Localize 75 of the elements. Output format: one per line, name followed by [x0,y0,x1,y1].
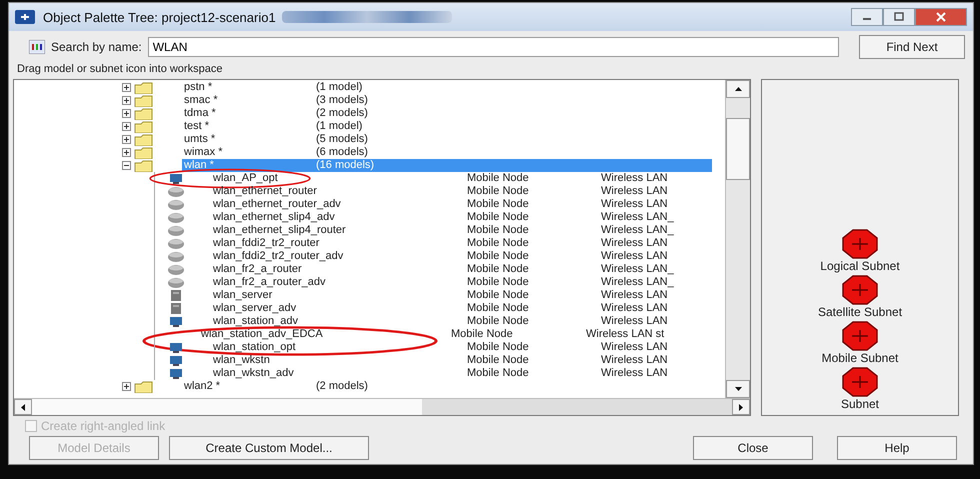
tree-item[interactable]: test * (1 model) [182,120,366,133]
model-item[interactable]: wlan_fr2_a_router Mobile Node Wireless LAN_ [213,263,713,276]
instruction-text: Drag model or subnet icon into workspace [16,62,224,77]
router-icon [167,264,185,275]
subnet-label: Subnet [840,397,880,411]
computer-icon [167,342,185,353]
router-icon [167,212,185,223]
maximize-button[interactable] [883,8,915,26]
model-item[interactable]: wlan_station_adv_EDCA Mobile Node Wireless LAN st [201,328,713,341]
tree-item[interactable]: smac * (3 models) [182,94,372,107]
router-icon [167,199,185,210]
model-item[interactable]: wlan_fddi2_tr2_router Mobile Node Wireless LAN [213,237,713,250]
checkbox-label: Create right-angled link [41,419,166,433]
expander-icon[interactable] [122,135,131,144]
up-arrow-icon[interactable] [734,87,742,91]
expander-icon[interactable] [122,382,131,391]
search-label: Search by name: [51,40,142,54]
window-title: Object Palette Tree: project12-scenario1 [43,10,276,24]
vertical-scrollbar[interactable] [725,80,750,398]
expander-icon[interactable] [122,83,131,92]
model-item[interactable]: wlan_station_opt Mobile Node Wireless LAN [213,341,713,354]
model-item[interactable]: wlan_server Mobile Node Wireless LAN [213,289,713,302]
tree-item[interactable]: wlan2 * (2 models) [182,380,372,393]
subnet-label: Logical Subnet [820,259,900,273]
subnet-icon[interactable] [842,229,878,259]
right-arrow-icon[interactable] [739,404,743,410]
model-item[interactable]: wlan_wkstn_adv Mobile Node Wireless LAN [213,367,713,380]
tree-item[interactable]: wimax * (6 models) [182,146,372,159]
model-item[interactable]: wlan_station_adv Mobile Node Wireless LAN [213,315,713,328]
tree-item[interactable]: pstn * (1 model) [182,81,366,94]
router-icon [167,238,185,249]
horizontal-scrollbar[interactable] [14,398,750,415]
model-item[interactable]: wlan_wkstn Mobile Node Wireless LAN [213,354,713,367]
down-arrow-icon[interactable] [734,387,742,391]
computer-icon [167,355,185,366]
model-item[interactable]: wlan_fr2_a_router_adv Mobile Node Wireless LAN_ [213,276,713,289]
scroll-thumb[interactable] [726,118,750,180]
model-item[interactable]: wlan_AP_opt Mobile Node Wireless LAN [213,172,713,185]
router-icon [167,186,185,197]
tree-item[interactable]: tdma * (2 models) [182,107,372,120]
model-item[interactable]: wlan_ethernet_slip4_adv Mobile Node Wireless LAN_ [213,211,713,224]
expander-icon[interactable] [122,122,131,131]
subnet-icon[interactable] [842,367,878,397]
close-icon [935,12,947,22]
tree-item[interactable]: umts * (5 models) [182,133,372,146]
left-arrow-icon[interactable] [21,404,25,410]
model-item[interactable]: wlan_ethernet_slip4_router Mobile Node Wireless LAN_ [213,224,713,237]
maximize-icon [893,12,905,22]
computer-icon [167,368,185,379]
dialog-button[interactable]: Help [837,436,957,460]
expander-icon[interactable] [122,148,131,157]
model-item[interactable]: wlan_ethernet_router_adv Mobile Node Wireless LAN [213,198,713,211]
computer-icon [167,316,185,327]
minimize-button[interactable] [851,8,883,26]
expander-icon[interactable] [122,161,131,170]
subnet-icon[interactable] [842,275,878,305]
dialog-button[interactable]: Close [693,436,813,460]
palette-icon [29,40,45,54]
computer-icon [167,173,185,184]
find-next-button[interactable]: Find Next [859,35,965,59]
subnet-label: Mobile Subnet [822,351,898,365]
expander-icon[interactable] [122,96,131,105]
subnet-icon[interactable] [842,321,878,351]
app-icon [15,10,35,24]
router-icon [167,225,185,236]
model-item[interactable]: wlan_server_adv Mobile Node Wireless LAN [213,302,713,315]
dialog-button[interactable]: Create Custom Model... [169,436,369,460]
router-icon [167,251,185,262]
close-button[interactable] [915,8,967,26]
model-item[interactable]: wlan_ethernet_router Mobile Node Wireless LAN [213,185,713,198]
model-item[interactable]: wlan_fddi2_tr2_router_adv Mobile Node Wireless LAN [213,250,713,263]
search-field[interactable]: WLAN [148,37,839,57]
expander-icon[interactable] [122,109,131,118]
subnet-label: Satellite Subnet [818,305,902,319]
router-icon [167,277,185,288]
